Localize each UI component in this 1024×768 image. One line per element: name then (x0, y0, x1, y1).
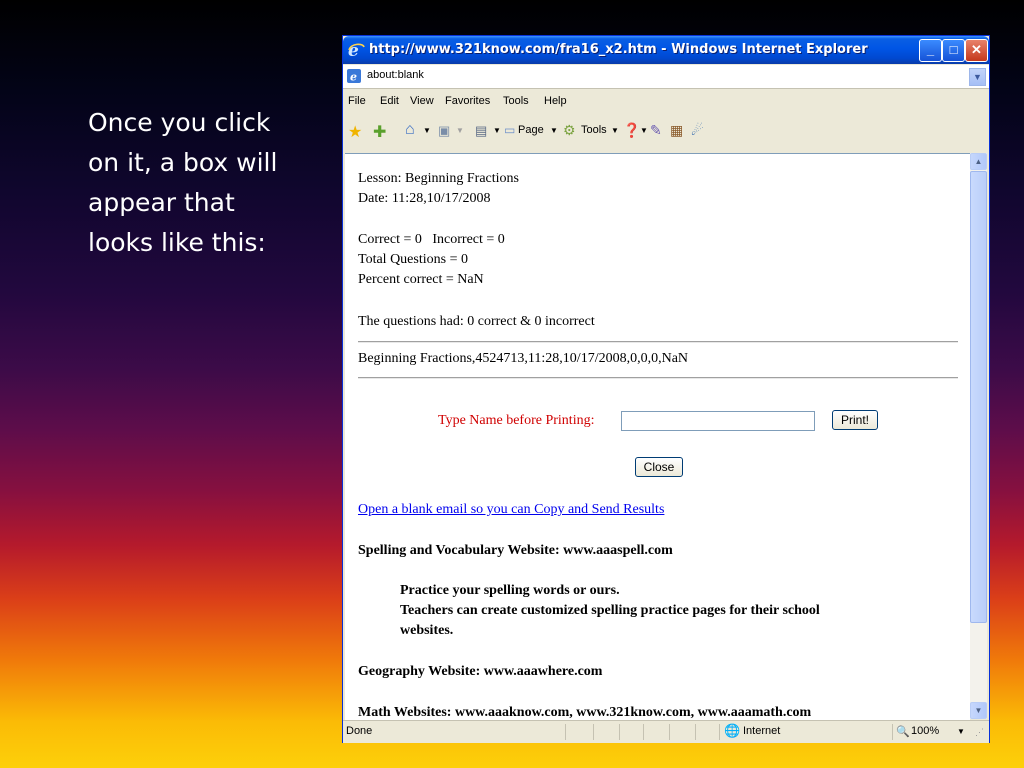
math-heading: Math Websites: www.aaaknow.com, www.321k… (358, 705, 812, 720)
chevron-down-icon[interactable]: ▼ (969, 68, 986, 86)
menu-edit[interactable]: Edit (380, 95, 399, 107)
zoom-icon: 🔍 (896, 726, 910, 738)
home-icon[interactable]: ⌂ (405, 121, 415, 139)
divider (358, 341, 958, 343)
name-label: Type Name before Printing: (438, 413, 595, 428)
divider (358, 377, 958, 379)
help-icon[interactable]: ❓ (623, 122, 640, 139)
favorites-star-icon[interactable]: ★ (348, 122, 362, 142)
spelling-heading: Spelling and Vocabulary Website: www.aaa… (358, 543, 673, 558)
name-input[interactable] (621, 411, 815, 431)
close-window-button[interactable]: ✕ (965, 39, 988, 62)
tools-menu[interactable]: Tools (581, 124, 607, 136)
scroll-thumb[interactable] (970, 171, 987, 623)
scroll-down-icon[interactable]: ▼ (970, 702, 987, 719)
spelling-description-1: Practice your spelling words or ours. (400, 583, 620, 598)
ie-window: e http://www.321know.com/fra16_x2.htm - … (343, 36, 989, 743)
resize-grip-icon[interactable]: ⋰ (975, 727, 984, 738)
menu-tools[interactable]: Tools (503, 95, 529, 107)
minimize-button[interactable]: _ (919, 39, 942, 62)
address-text[interactable]: about:blank (367, 69, 424, 81)
status-bar: Done 🌐 Internet 🔍 100% ▼ ⋰ (343, 720, 989, 743)
status-divider (695, 724, 696, 740)
page-viewport: Lesson: Beginning Fractions Date: 11:28,… (345, 153, 970, 720)
status-divider (565, 724, 566, 740)
status-divider (892, 724, 893, 740)
security-zone[interactable]: Internet (743, 725, 780, 737)
slide-caption: Once you click on it, a box will appear … (88, 108, 278, 257)
menu-file[interactable]: File (348, 95, 366, 107)
gear-icon[interactable]: ⚙ (563, 122, 576, 139)
chevron-down-icon[interactable]: ▼ (611, 126, 619, 135)
ie-logo-icon: e (348, 41, 365, 59)
menu-help[interactable]: Help (544, 95, 567, 107)
page-icon: e (347, 69, 361, 83)
score-text: Correct = 0 Incorrect = 0 (358, 232, 505, 247)
chevron-down-icon[interactable]: ▼ (456, 126, 464, 135)
messenger-icon[interactable]: ▦ (670, 122, 683, 139)
chevron-down-icon[interactable]: ▼ (957, 727, 965, 736)
email-results-link[interactable]: Open a blank email so you can Copy and S… (358, 502, 664, 518)
print-icon[interactable]: ▤ (475, 123, 487, 139)
menu-view[interactable]: View (410, 95, 434, 107)
page-menu-icon[interactable]: ▭ (504, 123, 515, 137)
research-icon[interactable]: ✎ (650, 122, 662, 139)
geography-heading: Geography Website: www.aaawhere.com (358, 664, 603, 679)
status-divider (619, 724, 620, 740)
svg-text:e: e (350, 71, 357, 84)
spelling-description-2: Teachers can create customized spelling … (400, 603, 820, 618)
chevron-down-icon[interactable]: ▼ (640, 126, 648, 135)
scroll-up-icon[interactable]: ▲ (970, 153, 987, 170)
results-record-text: Beginning Fractions,4524713,11:28,10/17/… (358, 351, 689, 366)
questions-summary-text: The questions had: 0 correct & 0 incorre… (358, 314, 595, 329)
date-text: Date: 11:28,10/17/2008 (358, 191, 491, 206)
status-text: Done (346, 725, 373, 737)
chevron-down-icon[interactable]: ▼ (493, 126, 501, 135)
maximize-button[interactable]: □ (942, 39, 965, 62)
close-button[interactable]: Close (635, 457, 683, 477)
window-title: http://www.321know.com/fra16_x2.htm - Wi… (369, 42, 868, 57)
status-divider (593, 724, 594, 740)
print-button[interactable]: Print! (832, 410, 878, 430)
zoom-level[interactable]: 100% (911, 725, 939, 737)
page-menu[interactable]: Page (518, 124, 544, 136)
command-bar: ★ ✚ ⌂ ▼ ▣ ▼ ▤ ▼ ▭ Page ▼ ⚙ Tools ▼ ❓ ▼ ✎… (343, 120, 989, 148)
total-questions-text: Total Questions = 0 (358, 252, 468, 267)
globe-icon: 🌐 (724, 723, 741, 738)
status-divider (643, 724, 644, 740)
address-bar[interactable]: e about:blank ▼ (343, 65, 989, 89)
chevron-down-icon[interactable]: ▼ (423, 126, 431, 135)
add-favorite-icon[interactable]: ✚ (373, 122, 386, 142)
vertical-scrollbar[interactable]: ▲ ▼ (970, 153, 987, 719)
status-divider (719, 724, 720, 740)
chevron-down-icon[interactable]: ▼ (550, 126, 558, 135)
bluetooth-icon[interactable]: ☄ (691, 122, 704, 139)
spelling-description-3: websites. (400, 623, 454, 638)
percent-text: Percent correct = NaN (358, 272, 484, 287)
lesson-text: Lesson: Beginning Fractions (358, 171, 519, 186)
menu-favorites[interactable]: Favorites (445, 95, 490, 107)
menu-bar: File Edit View Favorites Tools Help (343, 93, 989, 113)
title-bar[interactable]: e http://www.321know.com/fra16_x2.htm - … (343, 36, 989, 64)
feeds-icon[interactable]: ▣ (438, 123, 450, 139)
status-divider (669, 724, 670, 740)
